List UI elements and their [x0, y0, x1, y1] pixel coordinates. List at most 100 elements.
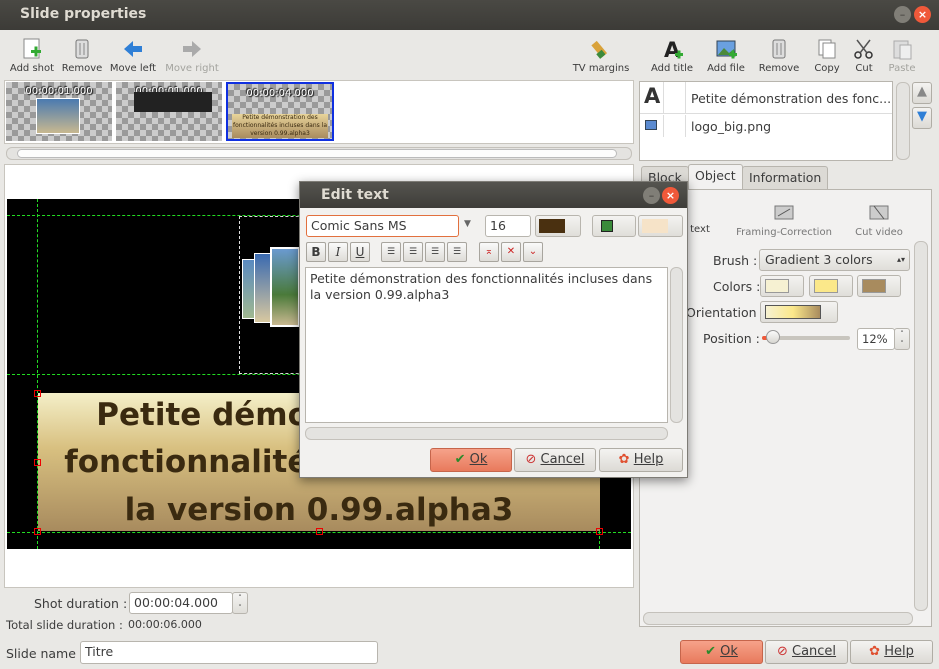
editor-scrollbar-v[interactable] — [670, 267, 683, 423]
remove-block-button[interactable]: Remove — [757, 38, 801, 74]
resize-handle[interactable] — [596, 528, 603, 535]
column-divider — [685, 82, 686, 114]
move-left-button[interactable]: Move left — [108, 38, 158, 74]
remove-block-label: Remove — [758, 63, 800, 74]
cut-video-button[interactable]: Cut video — [852, 202, 906, 238]
color2-picker[interactable] — [809, 275, 853, 297]
dialog-cancel-label: Cancel — [540, 452, 585, 467]
dialog-title: Edit text — [321, 187, 389, 203]
shot-strip-scrollbar[interactable] — [6, 147, 632, 160]
position-slider[interactable] — [762, 330, 850, 344]
shot-caption: Petite démonstration des fonctionnalités… — [232, 114, 328, 138]
brush-label: Brush : — [713, 253, 758, 268]
help-button[interactable]: ✿ Help — [850, 640, 933, 664]
brush-select[interactable]: Gradient 3 colors ▴▾ — [759, 249, 910, 271]
help-icon: ✿ — [618, 452, 630, 467]
add-title-button[interactable]: A Add title — [648, 38, 696, 74]
text-bg-color-picker[interactable] — [638, 215, 683, 237]
window-close-button[interactable]: × — [914, 6, 931, 23]
color1-picker[interactable] — [760, 275, 804, 297]
color-swatch — [539, 219, 565, 233]
font-size-input[interactable]: 16 — [485, 215, 531, 237]
help-icon: ✿ — [869, 644, 881, 659]
dialog-help-button[interactable]: ✿ Help — [599, 448, 683, 472]
italic-button[interactable]: I — [328, 242, 348, 262]
resize-handle[interactable] — [34, 528, 41, 535]
editor-scrollbar-h[interactable] — [305, 427, 668, 440]
shot-duration-field[interactable]: 00:00:04.000 — [129, 592, 233, 614]
orientation-select[interactable] — [760, 301, 838, 323]
shot-preview-image — [36, 98, 80, 134]
text-editor[interactable]: Petite démonstration des fonctionnalités… — [305, 267, 668, 423]
text-bg-picker[interactable] — [592, 215, 636, 237]
position-spinner[interactable]: ˄ ˅ — [894, 328, 910, 350]
align-right-button[interactable]: ☰ — [425, 242, 445, 262]
title-type-icon: A — [644, 84, 661, 108]
move-left-label: Move left — [109, 63, 157, 74]
position-slider-knob[interactable] — [765, 330, 780, 344]
cancel-button[interactable]: ⊘ Cancel — [765, 640, 848, 664]
text-color-picker[interactable] — [535, 215, 581, 237]
slide-name-field[interactable]: Titre — [80, 641, 378, 664]
shot-thumbnail-selected[interactable]: 00:00:04.000 Petite démonstration des fo… — [226, 82, 334, 141]
font-dropdown-arrow-icon[interactable]: ▼ — [464, 219, 471, 229]
edit-text-label: text — [690, 224, 710, 235]
dialog-ok-label: Ok — [469, 452, 488, 467]
scrollbar-thumb[interactable] — [17, 149, 617, 158]
props-scrollbar-h[interactable] — [643, 612, 913, 625]
tab-information[interactable]: Information — [742, 166, 829, 190]
resize-handle[interactable] — [34, 459, 41, 466]
remove-shot-button[interactable]: Remove — [60, 38, 104, 74]
valign-center-button[interactable]: ✕ — [501, 242, 521, 262]
select-arrow-icon: ▴▾ — [896, 255, 905, 264]
props-scrollbar-v[interactable] — [914, 241, 928, 611]
align-justify-button[interactable]: ☰ — [447, 242, 467, 262]
ok-label: Ok — [720, 644, 738, 659]
font-family-input[interactable]: Comic Sans MS — [306, 215, 459, 237]
resize-handle[interactable] — [34, 390, 41, 397]
valign-bottom-button[interactable]: ⌄ — [523, 242, 543, 262]
shot-duration-spinner[interactable]: ˄ ˅ — [232, 592, 248, 614]
move-block-up-button[interactable]: ▲ — [912, 82, 932, 104]
color-swatch — [814, 279, 838, 293]
move-right-button[interactable]: Move right — [164, 38, 220, 74]
position-field[interactable]: 12% — [857, 328, 895, 350]
colors-label: Colors : — [713, 279, 761, 294]
window-minimize-button[interactable]: – — [894, 6, 911, 23]
orientation-label: Orientation : — [686, 305, 765, 320]
block-list-scrollbar[interactable] — [896, 82, 910, 160]
move-right-label: Move right — [165, 63, 219, 74]
column-divider — [663, 82, 664, 114]
ok-button[interactable]: ✔ Ok — [680, 640, 763, 664]
add-title-icon: A — [661, 38, 683, 62]
cut-button[interactable]: Cut — [848, 38, 880, 74]
block-row[interactable]: A Petite démonstration des fonc... — [640, 82, 892, 114]
block-row[interactable]: logo_big.png — [640, 115, 892, 137]
dialog-ok-button[interactable]: ✔ Ok — [430, 448, 512, 472]
framing-correction-button[interactable]: Framing-Correction — [734, 202, 834, 238]
color-swatch — [765, 279, 789, 293]
underline-button[interactable]: U — [350, 242, 370, 262]
edit-text-button[interactable]: text — [688, 202, 712, 235]
dialog-close-button[interactable]: × — [662, 187, 679, 204]
paste-button[interactable]: Paste — [884, 38, 920, 74]
valign-top-button[interactable]: ⌅ — [479, 242, 499, 262]
bold-button[interactable]: B — [306, 242, 326, 262]
dialog-cancel-button[interactable]: ⊘ Cancel — [514, 448, 596, 472]
shot-time: 00:00:01.000 — [25, 86, 93, 97]
framing-icon — [773, 202, 795, 224]
add-file-button[interactable]: Add file — [704, 38, 748, 74]
tab-object[interactable]: Object — [688, 164, 743, 190]
shot-thumbnail[interactable]: 00:00:01.000 — [116, 82, 222, 141]
color3-picker[interactable] — [857, 275, 901, 297]
align-left-button[interactable]: ☰ — [381, 242, 401, 262]
tv-margins-button[interactable]: TV margins — [570, 38, 632, 74]
align-center-button[interactable]: ☰ — [403, 242, 423, 262]
dialog-minimize-button[interactable]: – — [643, 187, 660, 204]
shot-time: 00:00:04.000 — [246, 88, 314, 99]
shot-thumbnail[interactable]: 00:00:01.000 — [6, 82, 112, 141]
add-shot-button[interactable]: Add shot — [8, 38, 56, 74]
resize-handle[interactable] — [316, 528, 323, 535]
copy-button[interactable]: Copy — [810, 38, 844, 74]
move-block-down-button[interactable]: ▼ — [912, 107, 932, 129]
